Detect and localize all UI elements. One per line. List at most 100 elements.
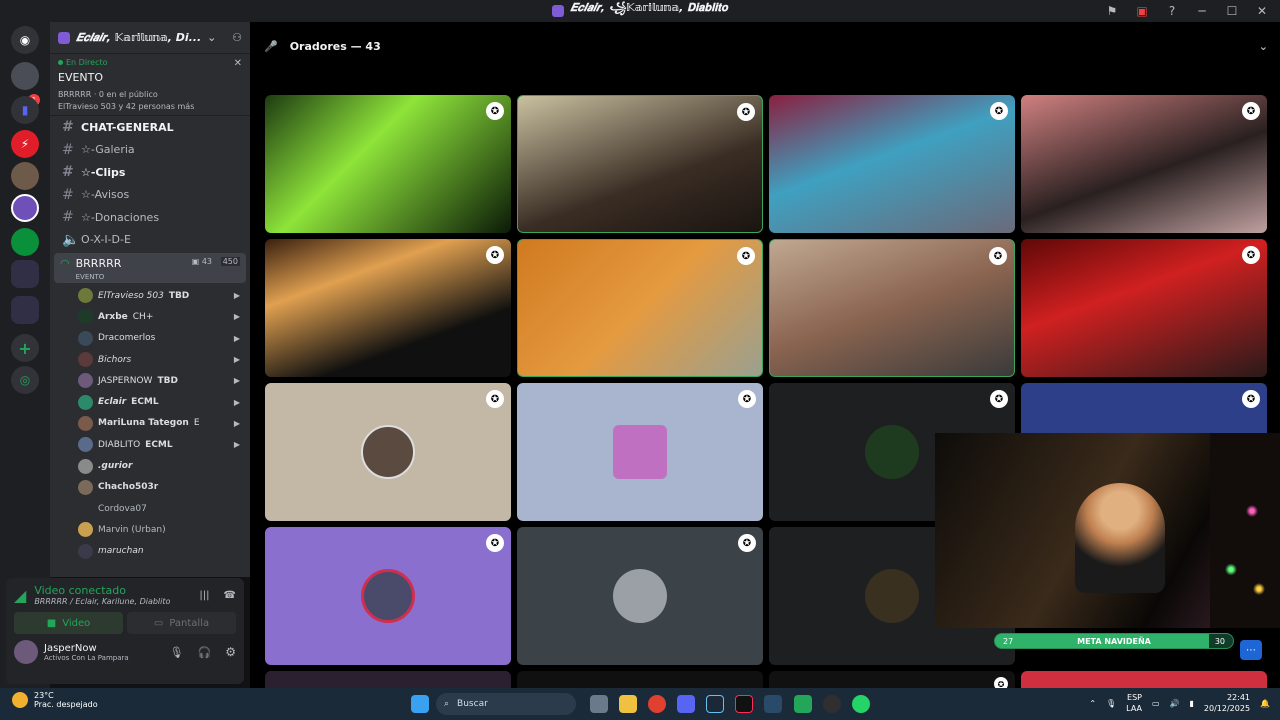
headphones-icon[interactable]: 🎧 [198,646,212,659]
server-icon[interactable] [11,162,39,190]
voice-member[interactable]: Dracomerlos ▶ [50,328,250,349]
avatar-tile[interactable]: ✪ [265,527,511,665]
discord-home-icon[interactable]: ◉ [11,26,39,54]
chevron-up-icon[interactable]: ⌃ [1089,699,1096,708]
pip-video[interactable] [935,433,1280,628]
network-icon[interactable]: ▭ [1152,699,1160,708]
help-icon[interactable]: ? [1160,2,1184,20]
microphone-tray-icon[interactable]: 🎙 [1106,699,1116,708]
avatar-tile[interactable] [517,671,763,688]
steam-icon[interactable] [706,695,724,713]
settings-gear-icon[interactable]: ⚙ [225,645,236,659]
voice-member[interactable]: Bichors ▶ [50,349,250,370]
fullscreen-icon[interactable]: ✪ [990,390,1008,408]
avatar-tile[interactable]: ✪ [517,383,763,521]
discover-icon[interactable]: ◎ [11,366,39,394]
user-area[interactable]: JasperNow Activos Con La Pampara 🎙 🎧 ⚙ [6,634,244,670]
voice-member[interactable]: ElTravieso 503 TBD ▶ [50,285,250,306]
volume-icon[interactable]: 🔊 [1170,699,1180,708]
server-icon[interactable]: ⚡ [11,130,39,158]
server-icon-active[interactable] [11,194,39,222]
video-tile[interactable]: ✪ [1021,95,1267,233]
fullscreen-icon[interactable]: ✪ [737,247,755,265]
add-member-icon[interactable]: ⚇ [232,31,242,44]
avatar-tile[interactable]: ✪ [265,383,511,521]
channel-avisos[interactable]: # ☆-Avisos [50,184,250,207]
language-indicator[interactable]: ESP LAA [1126,692,1142,714]
voice-member[interactable]: .gurior [50,455,250,476]
channel-galeria[interactable]: # ☆-Galeria [50,139,250,162]
taskbar-search[interactable]: ⌕ Buscar [436,693,576,715]
voice-member[interactable]: maruchan [50,541,250,562]
app-icon[interactable] [764,695,782,713]
video-tile[interactable]: ✪ [517,95,763,233]
discord-app-icon[interactable] [677,695,695,713]
user-avatar[interactable] [14,640,38,664]
video-tile[interactable]: ✪ [265,239,511,377]
noise-suppression-icon[interactable]: ||| [199,590,209,601]
voice-member[interactable]: DIABLITO ECML ▶ [50,434,250,455]
voice-member[interactable]: JASPERNOW TBD ▶ [50,370,250,391]
avatar-tile[interactable]: ✪ [517,527,763,665]
server-header[interactable]: 𝑬𝒄𝒍𝒂𝒊𝒓, 𝕂𝕒𝕣𝕚𝕝𝕦𝕟𝕒, Di... ⌄ ⚇ [50,22,250,54]
folder-icon[interactable]: ▮ [11,96,39,124]
voice-member[interactable]: Eclair ECML ▶ [50,391,250,412]
more-options-button[interactable]: ⋯ [1240,640,1262,660]
voice-member[interactable]: Chacho503r [50,477,250,498]
fullscreen-icon[interactable]: ✪ [486,390,504,408]
fullscreen-icon[interactable]: ✪ [1242,246,1260,264]
inbox-icon[interactable]: ⚑ [1100,2,1124,20]
fullscreen-icon[interactable]: ✪ [1242,102,1260,120]
fullscreen-icon[interactable]: ✪ [486,246,504,264]
fullscreen-icon[interactable]: ✪ [989,247,1007,265]
battery-icon[interactable]: ▮ [1190,699,1194,708]
tiktok-icon[interactable] [735,695,753,713]
close-icon[interactable]: ✕ [234,58,242,69]
voice-member[interactable]: Marvin (Urban) [50,519,250,540]
close-icon[interactable]: ✕ [1250,2,1274,20]
obs-icon[interactable] [823,695,841,713]
video-tile[interactable]: ✪ [769,239,1015,377]
notifications-icon[interactable]: 🔔 [1260,699,1270,708]
fullscreen-icon[interactable]: ✪ [994,677,1008,688]
microphone-icon[interactable]: 🎙 [170,646,184,659]
channel-donaciones[interactable]: # ☆-Donaciones [50,206,250,229]
server-folder[interactable] [11,296,39,324]
app-icon[interactable] [794,695,812,713]
voice-channel-active[interactable]: ◠ BRRRRR EVENTO ▣ 43 450 [54,253,246,283]
chrome-icon[interactable] [648,695,666,713]
server-avatar[interactable] [11,62,39,90]
voice-member[interactable]: MariLuna Tategon E ▶ [50,413,250,434]
fullscreen-icon[interactable]: ✪ [737,103,755,121]
video-tile[interactable]: ✪ [517,239,763,377]
add-server-icon[interactable]: + [11,334,39,362]
fullscreen-icon[interactable]: ✪ [486,534,504,552]
chevron-down-icon[interactable]: ⌄ [1259,40,1268,53]
task-view-icon[interactable] [590,695,608,713]
fullscreen-icon[interactable]: ✪ [738,390,756,408]
minimize-icon[interactable]: ─ [1190,2,1214,20]
whatsapp-icon[interactable] [852,695,870,713]
video-button[interactable]: ■ Video [14,612,123,634]
video-tile[interactable]: ✪ [1021,239,1267,377]
event-card[interactable]: En Directo EVENTO BRRRRR · 0 en el públi… [50,54,250,116]
weather-widget[interactable]: 23°C Prac. despejado [12,691,98,709]
fullscreen-icon[interactable]: ✪ [738,534,756,552]
windows-start-icon[interactable] [411,695,429,713]
voice-member[interactable]: Cordova07 [50,498,250,519]
video-tile[interactable]: ✪ [769,95,1015,233]
channel-clips[interactable]: # ☆-Clips [50,161,250,184]
server-folder[interactable] [11,260,39,288]
avatar-tile[interactable]: ✪ [769,671,1015,688]
updates-icon[interactable]: ▣ [1130,2,1154,20]
fullscreen-icon[interactable]: ✪ [1242,390,1260,408]
file-explorer-icon[interactable] [619,695,637,713]
video-tile[interactable]: ✪ [265,95,511,233]
channel-chat-general[interactable]: # CHAT-GENERAL [50,116,250,139]
disconnect-icon[interactable]: ☎ [224,590,236,601]
fullscreen-icon[interactable]: ✪ [486,102,504,120]
fullscreen-icon[interactable]: ✪ [990,102,1008,120]
server-icon[interactable] [11,228,39,256]
avatar-tile[interactable] [1021,671,1267,688]
screen-share-button[interactable]: ▭ Pantalla [127,612,236,634]
